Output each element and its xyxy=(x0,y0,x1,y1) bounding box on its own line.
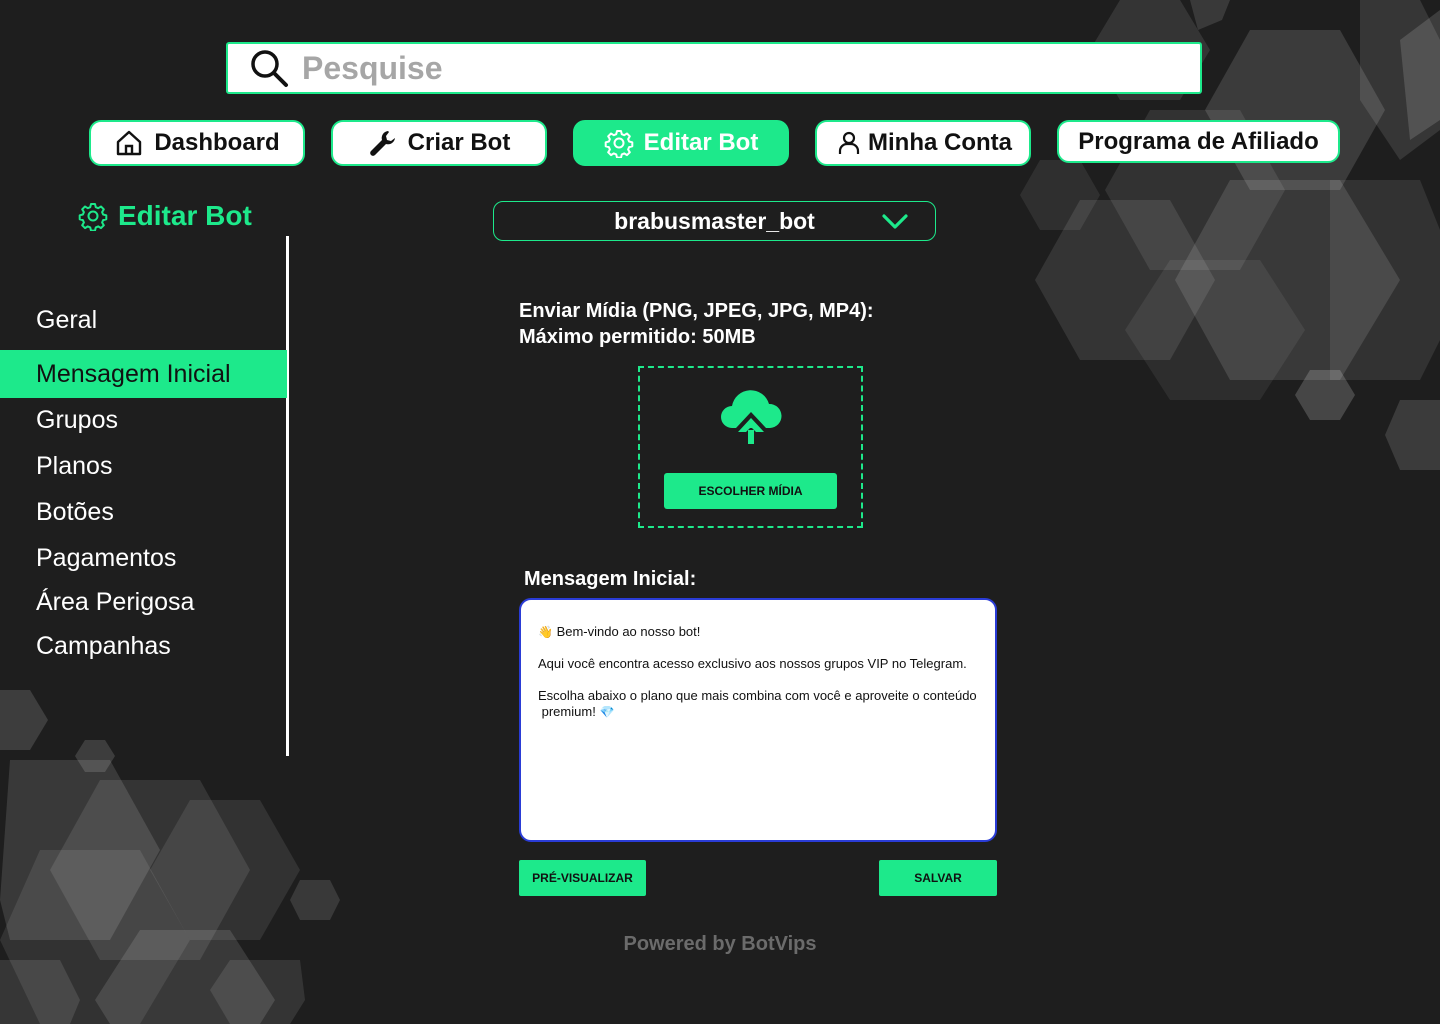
nav-dashboard-button[interactable]: Dashboard xyxy=(89,120,305,166)
message-line2: Aqui você encontra acesso exclusivo aos … xyxy=(538,656,967,671)
search-bar[interactable] xyxy=(226,42,1202,94)
gear-icon xyxy=(78,201,108,231)
message-line1: Bem-vindo ao nosso bot! xyxy=(556,624,701,639)
nav-programa-afiliado-button[interactable]: Programa de Afiliado xyxy=(1057,120,1340,163)
chevron-down-icon[interactable] xyxy=(881,210,909,232)
nav-minha-conta-label: Minha Conta xyxy=(868,129,1012,156)
choose-media-button[interactable]: ESCOLHER MÍDIA xyxy=(664,473,837,509)
top-navigation: Dashboard Criar Bot Editar Bot Minha Con… xyxy=(0,120,1440,166)
nav-criar-bot-button[interactable]: Criar Bot xyxy=(331,120,547,166)
user-icon xyxy=(834,128,864,158)
gem-emoji: 💎 xyxy=(599,705,615,719)
message-textarea[interactable]: 👋 Bem-vindo ao nosso bot! Aqui você enco… xyxy=(519,598,997,842)
nav-editar-bot-button[interactable]: Editar Bot xyxy=(573,120,789,166)
sidebar-item-pagamentos[interactable]: Pagamentos xyxy=(0,535,287,581)
sidebar-item-botoes[interactable]: Botões xyxy=(0,489,287,535)
media-dropzone[interactable]: ESCOLHER MÍDIA xyxy=(638,366,863,528)
wrench-icon xyxy=(368,128,398,158)
media-label-line1: Enviar Mídia (PNG, JPEG, JPG, MP4): xyxy=(519,300,874,322)
message-line3: Escolha abaixo o plano que mais combina … xyxy=(538,688,977,703)
sidebar-title-label: Editar Bot xyxy=(118,200,252,231)
sidebar-item-grupos[interactable]: Grupos xyxy=(0,397,287,443)
gear-icon xyxy=(604,128,634,158)
home-icon xyxy=(114,128,144,158)
media-label-line2: Máximo permitido: 50MB xyxy=(519,326,756,348)
nav-minha-conta-button[interactable]: Minha Conta xyxy=(815,120,1031,166)
waving-hand-emoji: 👋 xyxy=(538,625,553,639)
message-line4: premium! xyxy=(541,704,596,719)
nav-editar-bot-label: Editar Bot xyxy=(643,129,759,156)
media-upload-label: Enviar Mídia (PNG, JPEG, JPG, MP4): Máxi… xyxy=(519,298,874,350)
cloud-upload-icon xyxy=(718,382,784,448)
sidebar-item-geral[interactable]: Geral xyxy=(0,297,287,343)
sidebar-item-campanhas[interactable]: Campanhas xyxy=(0,623,287,669)
nav-programa-afiliado-label: Programa de Afiliado xyxy=(1078,127,1319,155)
nav-criar-bot-label: Criar Bot xyxy=(407,129,511,156)
message-label: Mensagem Inicial: xyxy=(524,568,697,590)
save-button[interactable]: SALVAR xyxy=(879,860,997,896)
preview-button[interactable]: PRÉ-VISUALIZAR xyxy=(519,860,646,896)
sidebar-item-mensagem-inicial[interactable]: Mensagem Inicial xyxy=(0,350,287,398)
powered-by-footer: Powered by BotVips xyxy=(623,933,817,955)
bot-select-value: brabusmaster_bot xyxy=(614,207,815,234)
search-input[interactable] xyxy=(302,49,1162,87)
nav-dashboard-label: Dashboard xyxy=(154,129,280,156)
sidebar-title: Editar Bot xyxy=(78,200,252,232)
search-icon[interactable] xyxy=(248,47,290,89)
bot-select-dropdown[interactable]: brabusmaster_bot xyxy=(493,201,936,241)
sidebar-item-planos[interactable]: Planos xyxy=(0,443,287,489)
sidebar-item-area-perigosa[interactable]: Área Perigosa xyxy=(0,579,287,625)
